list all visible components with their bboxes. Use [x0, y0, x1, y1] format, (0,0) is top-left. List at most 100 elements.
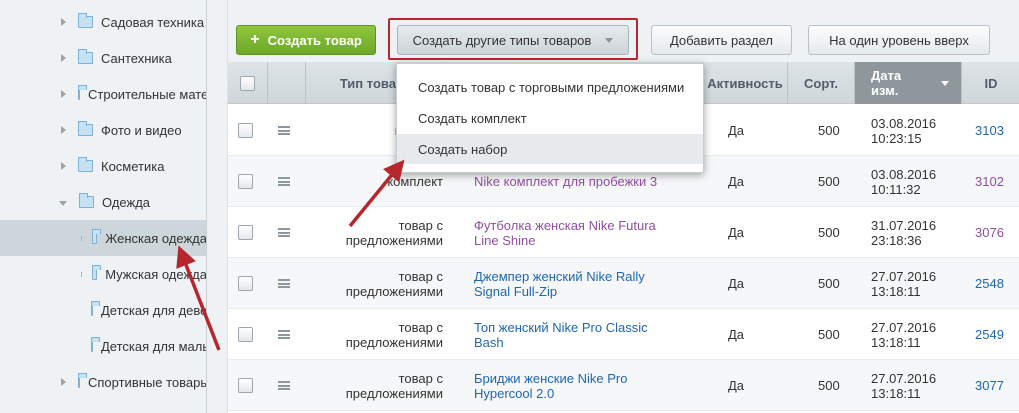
create-other-types-button[interactable]: Создать другие типы товаров — [397, 25, 629, 55]
menu-item-sku-product[interactable]: Создать товар с торговыми предложениями — [397, 72, 703, 102]
row-checkbox[interactable] — [238, 378, 253, 393]
tree-item-garden[interactable]: Садовая техника — [0, 4, 206, 40]
product-name-link[interactable]: Джемпер женский Nike Rally — [474, 269, 645, 284]
row-name-cell: Топ женский Nike Pro Classic Bash — [474, 309, 674, 360]
product-id-link[interactable]: 3102 — [975, 174, 1004, 189]
column-date-label: Дата изм. — [871, 68, 901, 98]
row-checkbox[interactable] — [238, 123, 253, 138]
tree-item-kids-boys[interactable]: Детская для мальчиков — [0, 328, 207, 364]
collapse-arrow-icon[interactable] — [59, 200, 67, 206]
product-id-link[interactable]: 2548 — [975, 276, 1004, 291]
hamburger-menu-icon[interactable] — [278, 279, 290, 288]
menu-item-bundle[interactable]: Создать набор — [397, 134, 703, 164]
row-checkbox[interactable] — [238, 327, 253, 342]
product-name-link[interactable]: Футболка женская Nike Futura — [474, 218, 656, 233]
folder-icon — [92, 229, 102, 244]
expand-arrow-icon[interactable] — [61, 162, 66, 170]
folder-icon — [91, 301, 100, 316]
row-sort-cell: 500 — [818, 327, 840, 342]
tree-item-cosmetics[interactable]: Косметика — [0, 148, 206, 184]
product-name-link-line2[interactable]: Hypercool 2.0 — [474, 386, 554, 401]
folder-icon — [92, 265, 102, 280]
column-date-modified[interactable]: Дата изм. — [855, 62, 962, 104]
folder-icon — [78, 49, 93, 64]
tree-item-plumbing[interactable]: Сантехника — [0, 40, 206, 76]
tree-item-clothes[interactable]: Одежда — [0, 184, 206, 220]
row-active-cell: Да — [728, 327, 745, 342]
product-name-link-line2[interactable]: Bash — [474, 335, 504, 350]
hamburger-menu-icon[interactable] — [278, 126, 290, 135]
table-row[interactable]: товар с предложениями Топ женский Nike Pro… — [228, 309, 1019, 360]
expand-arrow-icon[interactable] — [61, 54, 66, 62]
row-date-cell: 27.07.2016 13:18:11 — [871, 258, 951, 309]
tree-item-label: Строительные материалы — [88, 86, 207, 102]
row-name-cell: Футболка женская Nike Futura Line Shine — [474, 207, 674, 258]
folder-icon — [78, 373, 87, 388]
expand-arrow-icon[interactable] — [61, 378, 66, 386]
row-name-cell: Джемпер женский Nike Rally Signal Full-Zi… — [474, 258, 674, 309]
row-type-line1: товар с — [398, 268, 443, 284]
create-product-button[interactable]: + Создать товар — [236, 25, 376, 55]
expand-arrow-icon[interactable] — [61, 126, 66, 134]
row-type-line2: предложениями — [345, 385, 443, 401]
tree-item-label: Одежда — [102, 194, 151, 210]
select-all-checkbox[interactable] — [240, 75, 255, 91]
product-name-link-line2[interactable]: Line Shine — [474, 233, 535, 248]
table-row[interactable]: товар с предложениями Футболка женская Nik… — [228, 207, 1019, 258]
table-row[interactable]: товар с предложениями Джемпер женский Nike… — [228, 258, 1019, 309]
tree-item-sports[interactable]: Спортивные товары — [0, 364, 207, 400]
hamburger-menu-icon[interactable] — [278, 177, 290, 186]
product-id-link[interactable]: 3077 — [975, 378, 1004, 393]
tree-item-womens[interactable]: Женская одежда — [0, 220, 206, 256]
folder-icon — [79, 193, 94, 208]
row-active-cell: Да — [728, 378, 745, 393]
product-name-link[interactable]: Бриджи женские Nike Pro — [474, 371, 627, 386]
row-checkbox[interactable] — [238, 276, 253, 291]
table-row[interactable]: товар с предложениями Бриджи женские Nike … — [228, 360, 1019, 411]
product-id-link[interactable]: 3103 — [975, 123, 1004, 138]
tree-item-kids-girls[interactable]: Детская для девочек — [0, 292, 207, 328]
row-date-cell: 31.07.2016 23:18:36 — [871, 207, 951, 258]
tree-item-label: Детская для девочек — [101, 302, 207, 318]
row-date: 03.08.2016 — [871, 115, 937, 131]
tree-item-label: Сантехника — [101, 50, 172, 66]
tree-item-label: Спортивные товары — [88, 374, 207, 390]
toolbar: + Создать товар Создать другие типы товар… — [228, 0, 1019, 62]
menu-item-set[interactable]: Создать комплект — [397, 103, 703, 133]
row-sort-cell: 500 — [818, 174, 840, 189]
product-id-link[interactable]: 3076 — [975, 225, 1004, 240]
product-id-link[interactable]: 2549 — [975, 327, 1004, 342]
section-tree: Садовая техника Сантехника Строительные … — [0, 0, 207, 413]
hamburger-menu-icon[interactable] — [278, 228, 290, 237]
row-id-cell: 3102 — [975, 156, 1007, 207]
column-date-line2: изм. — [871, 83, 899, 98]
column-active[interactable]: Активность — [703, 62, 788, 104]
row-date-cell: 27.07.2016 13:18:11 — [871, 309, 951, 360]
product-name-link[interactable]: Топ женский Nike Pro Classic — [474, 320, 648, 335]
column-id[interactable]: ID — [962, 62, 1019, 104]
tree-item-building[interactable]: Строительные материалы — [0, 76, 207, 112]
column-sort-label: Сорт. — [804, 75, 838, 91]
row-type-line2: предложениями — [345, 334, 443, 350]
expand-arrow-icon[interactable] — [61, 90, 66, 98]
add-section-label: Добавить раздел — [669, 32, 774, 48]
product-name-link[interactable]: Nike комплект для пробежки 3 — [474, 174, 657, 189]
row-select-cell — [238, 360, 256, 411]
hamburger-menu-icon[interactable] — [278, 330, 290, 339]
tree-item-photo[interactable]: Фото и видео — [0, 112, 206, 148]
column-sort[interactable]: Сорт. — [788, 62, 855, 104]
row-id-cell: 3103 — [975, 105, 1007, 156]
folder-icon — [78, 121, 93, 136]
hamburger-menu-icon[interactable] — [278, 381, 290, 390]
tree-item-mens[interactable]: Мужская одежда — [0, 256, 206, 292]
tree-item-label: Детская для мальчиков — [101, 338, 207, 354]
row-checkbox[interactable] — [238, 174, 253, 189]
expand-arrow-icon[interactable] — [61, 18, 66, 26]
folder-icon — [78, 85, 87, 100]
row-id-cell: 2549 — [975, 309, 1007, 360]
level-up-button[interactable]: На один уровень вверх — [808, 25, 990, 55]
product-name-link-line2[interactable]: Signal Full-Zip — [474, 284, 557, 299]
row-checkbox[interactable] — [238, 225, 253, 240]
add-section-button[interactable]: Добавить раздел — [651, 25, 792, 55]
row-date: 27.07.2016 — [871, 370, 937, 386]
